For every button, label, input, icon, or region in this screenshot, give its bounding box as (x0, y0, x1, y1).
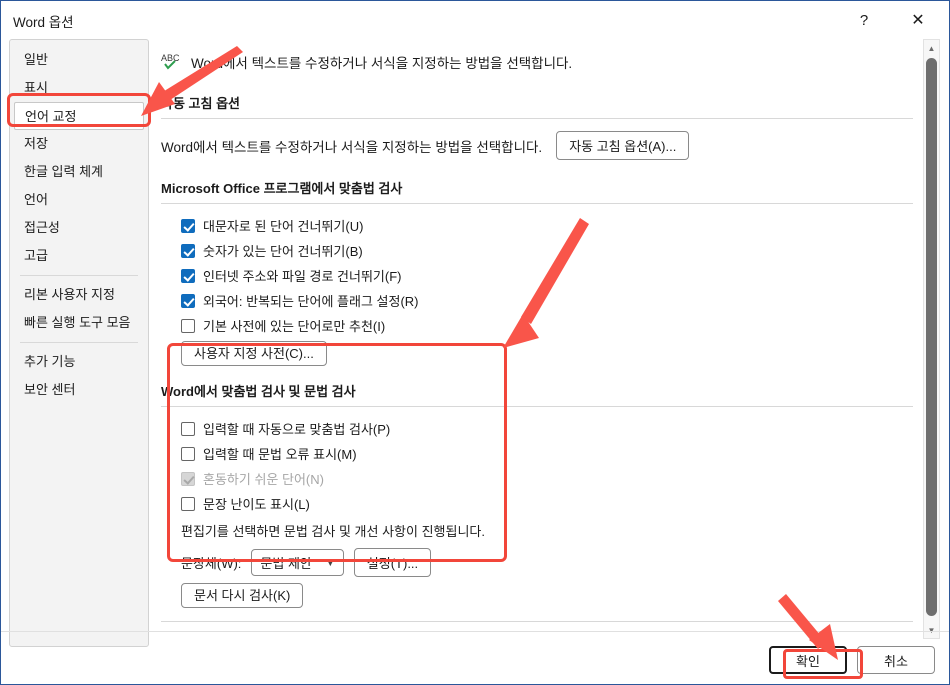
exceptions-group: 예외 항목(X): W 주식모으기_블로그글_이벤트포함(심의완료).docx (161, 621, 913, 631)
autocorrect-description: Word에서 텍스트를 수정하거나 서식을 지정하는 방법을 선택합니다. (161, 139, 543, 155)
sidebar-item-label: 한글 입력 체계 (24, 164, 103, 179)
chevron-down-icon: ▼ (325, 557, 335, 568)
checkbox-box (181, 471, 195, 486)
page-title: Word 옵션 (13, 15, 74, 30)
section-divider (161, 406, 913, 407)
sidebar-item-label: 저장 (24, 136, 48, 151)
intro-row: ABC Word에서 텍스트를 수정하거나 서식을 지정하는 방법을 선택합니다… (161, 49, 913, 75)
checkbox-mark-grammar-errors-as-you-type[interactable]: 입력할 때 문법 오류 표시(M) (181, 444, 913, 463)
grammar-settings-button[interactable]: 설정(T)... (353, 548, 432, 577)
autocorrect-options-button[interactable]: 자동 고침 옵션(A)... (556, 131, 690, 160)
sidebar-item-save[interactable]: 저장 (10, 130, 148, 158)
checkbox-label: 입력할 때 자동으로 맞춤법 검사(P) (203, 422, 391, 437)
checkbox-box[interactable] (181, 318, 195, 333)
ok-button[interactable]: 확인 (769, 646, 847, 674)
checkbox-box[interactable] (181, 268, 195, 283)
writing-style-row: 문장체(W): 문법 제안 ▼ 설정(T)... (181, 548, 913, 577)
section-divider (161, 118, 913, 119)
sidebar-item-proofing[interactable]: 언어 교정 (14, 102, 144, 130)
sidebar-item-label: 접근성 (24, 220, 60, 235)
title-bar: Word 옵션 ? ✕ (1, 1, 949, 41)
spelling-heading: Microsoft Office 프로그램에서 맞춤법 검사 (161, 181, 403, 196)
sidebar-item-label: 언어 (24, 192, 48, 207)
checkbox-show-readability-statistics[interactable]: 문장 난이도 표시(L) (181, 494, 913, 513)
checkbox-label: 대문자로 된 단어 건너뛰기(U) (203, 219, 364, 234)
sidebar-item-advanced[interactable]: 고급 (10, 242, 148, 270)
sidebar-item-language[interactable]: 언어 (10, 186, 148, 214)
checkbox-box[interactable] (181, 218, 195, 233)
checkbox-frequently-confused-words: 혼동하기 쉬운 단어(N) (181, 469, 913, 488)
checkbox-label: 기본 사전에 있는 단어로만 추천(I) (203, 319, 386, 334)
writing-style-label: 문장체(W): (181, 556, 242, 571)
sidebar-item-label: 빠른 실행 도구 모음 (24, 315, 131, 330)
sidebar-item-label: 보안 센터 (24, 382, 76, 397)
checkbox-box[interactable] (181, 496, 195, 511)
sidebar-item-label: 언어 교정 (25, 109, 77, 124)
checkbox-label: 입력할 때 문법 오류 표시(M) (203, 447, 357, 462)
checkbox-ignore-urls-and-paths[interactable]: 인터넷 주소와 파일 경로 건너뛰기(F) (181, 266, 913, 285)
checkbox-check-spelling-as-you-type[interactable]: 입력할 때 자동으로 맞춤법 검사(P) (181, 419, 913, 438)
help-icon[interactable]: ? (841, 1, 887, 39)
checkbox-box[interactable] (181, 446, 195, 461)
checkbox-label: 혼동하기 쉬운 단어(N) (203, 472, 324, 487)
checkbox-label: 숫자가 있는 단어 건너뛰기(B) (203, 244, 363, 259)
section-divider (161, 203, 913, 204)
sidebar-divider (20, 342, 138, 343)
sidebar-item-display[interactable]: 표시 (10, 74, 148, 102)
sidebar-item-accessibility[interactable]: 접근성 (10, 214, 148, 242)
autocorrect-heading: 자동 고침 옵션 (161, 96, 240, 111)
checkbox-suggest-from-main-dictionary-only[interactable]: 기본 사전에 있는 단어로만 추천(I) (181, 316, 913, 335)
checkbox-box[interactable] (181, 243, 195, 258)
writing-style-select[interactable]: 문법 제안 ▼ (251, 549, 344, 576)
sidebar-item-trust-center[interactable]: 보안 센터 (10, 376, 148, 404)
vertical-scrollbar[interactable]: ▲ ▼ (923, 39, 940, 639)
checkbox-ignore-words-with-numbers[interactable]: 숫자가 있는 단어 건너뛰기(B) (181, 241, 913, 260)
sidebar-item-hangul-ime[interactable]: 한글 입력 체계 (10, 158, 148, 186)
sidebar: 일반 표시 언어 교정 저장 한글 입력 체계 언어 접근성 고급 리본 사용자… (9, 39, 149, 647)
triangle-down-icon[interactable]: ▼ (924, 622, 939, 638)
autocorrect-row: Word에서 텍스트를 수정하거나 서식을 지정하는 방법을 선택합니다. 자동… (161, 131, 913, 160)
sidebar-item-general[interactable]: 일반 (10, 46, 148, 74)
grammar-note: 편집기를 선택하면 문법 검사 및 개선 사항이 진행됩니다. (181, 524, 485, 539)
footer-divider (1, 631, 949, 632)
sidebar-item-quick-access-toolbar[interactable]: 빠른 실행 도구 모음 (10, 309, 148, 337)
recheck-document-button[interactable]: 문서 다시 검사(K) (181, 583, 304, 608)
checkbox-box[interactable] (181, 421, 195, 436)
sidebar-item-addins[interactable]: 추가 기능 (10, 348, 148, 376)
section-divider (161, 621, 913, 622)
triangle-up-icon[interactable]: ▲ (924, 40, 939, 56)
sidebar-item-label: 리본 사용자 지정 (24, 287, 115, 302)
sidebar-item-customize-ribbon[interactable]: 리본 사용자 지정 (10, 281, 148, 309)
cancel-button[interactable]: 취소 (857, 646, 935, 674)
checkbox-label: 인터넷 주소와 파일 경로 건너뛰기(F) (203, 269, 402, 284)
checkbox-label: 문장 난이도 표시(L) (203, 497, 310, 512)
writing-style-value: 문법 제안 (260, 556, 312, 571)
intro-text: Word에서 텍스트를 수정하거나 서식을 지정하는 방법을 선택합니다. (191, 56, 573, 71)
custom-dictionaries-row: 사용자 지정 사전(C)... (181, 341, 913, 366)
checkbox-box[interactable] (181, 293, 195, 308)
footer-buttons: 확인 취소 (769, 646, 935, 674)
scrollbar-thumb[interactable] (926, 58, 937, 616)
sidebar-item-label: 고급 (24, 248, 48, 263)
grammar-heading: Word에서 맞춤법 검사 및 문법 검사 (161, 384, 356, 399)
grammar-group: Word에서 맞춤법 검사 및 문법 검사 입력할 때 자동으로 맞춤법 검사(… (161, 381, 913, 608)
sidebar-divider (20, 275, 138, 276)
word-options-dialog: Word 옵션 ? ✕ 일반 표시 언어 교정 저장 한글 입력 체계 언어 접… (0, 0, 950, 685)
close-icon[interactable]: ✕ (895, 1, 941, 39)
checkbox-label: 외국어: 반복되는 단어에 플래그 설정(R) (203, 294, 419, 309)
checkbox-ignore-uppercase[interactable]: 대문자로 된 단어 건너뛰기(U) (181, 216, 913, 235)
options-content-panel: ABC Word에서 텍스트를 수정하거나 서식을 지정하는 방법을 선택합니다… (161, 41, 913, 631)
svg-text:ABC: ABC (161, 53, 180, 63)
sidebar-item-label: 표시 (24, 80, 48, 95)
abc-check-proofing-icon: ABC (161, 52, 187, 72)
recheck-row: 문서 다시 검사(K) (181, 583, 913, 608)
checkbox-flag-repeated-words[interactable]: 외국어: 반복되는 단어에 플래그 설정(R) (181, 291, 913, 310)
custom-dictionaries-button[interactable]: 사용자 지정 사전(C)... (181, 341, 327, 366)
sidebar-item-label: 일반 (24, 52, 48, 67)
sidebar-item-label: 추가 기능 (24, 354, 76, 369)
